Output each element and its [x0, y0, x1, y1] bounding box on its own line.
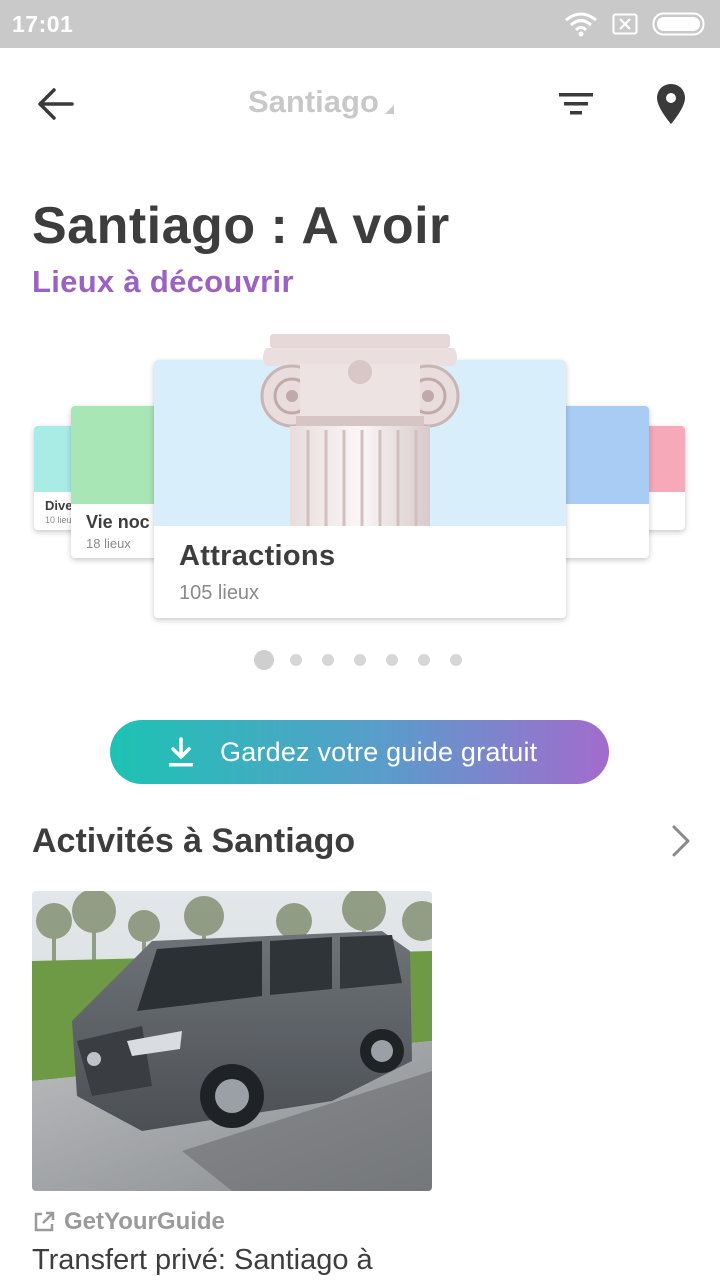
sim-icon — [612, 13, 638, 35]
battery-icon — [652, 12, 705, 36]
download-guide-label: Gardez votre guide gratuit — [220, 737, 538, 767]
download-icon — [169, 737, 193, 767]
page-dot[interactable] — [386, 654, 398, 666]
page-dot[interactable] — [322, 654, 334, 666]
toolbar: Santiago — [0, 48, 720, 160]
activity-title[interactable]: Transfert privé: Santiago à — [32, 1244, 373, 1277]
city-title: Santiago — [248, 84, 379, 119]
page-dot[interactable] — [290, 654, 302, 666]
category-card-active[interactable]: Attractions 105 lieux — [154, 334, 566, 618]
category-title: Vie noc — [86, 512, 150, 532]
category-title: Attractions — [179, 540, 336, 572]
page-dot[interactable] — [418, 654, 430, 666]
activity-provider: GetYourGuide — [32, 1208, 225, 1236]
chevron-right-icon[interactable] — [666, 822, 696, 860]
filter-icon[interactable] — [556, 88, 596, 120]
page-title: Santiago : A voir — [32, 197, 450, 255]
provider-name: GetYourGuide — [64, 1208, 225, 1235]
status-bar: 17:01 — [0, 0, 720, 48]
dropdown-caret-icon — [384, 104, 394, 114]
van-photo — [32, 891, 432, 1191]
wifi-icon — [565, 12, 597, 37]
status-time: 17:01 — [12, 11, 74, 37]
external-link-icon — [34, 1211, 55, 1232]
city-selector[interactable]: Santiago — [248, 84, 394, 120]
category-title: Dive — [45, 498, 73, 513]
activity-image — [32, 891, 432, 1191]
carousel-pagination — [254, 650, 462, 670]
activities-section-title: Activités à Santiago — [32, 822, 356, 860]
page-subtitle: Lieux à découvrir — [32, 264, 294, 299]
page-dot-active[interactable] — [254, 650, 274, 670]
arrow-left-icon[interactable] — [30, 84, 82, 124]
category-count: 18 lieux — [86, 536, 131, 551]
category-count: 105 lieux — [179, 582, 260, 604]
page-dot[interactable] — [354, 654, 366, 666]
page-dot[interactable] — [450, 654, 462, 666]
map-pin-icon[interactable] — [652, 82, 690, 126]
status-icons — [564, 10, 708, 38]
category-count: 10 lieu — [45, 515, 72, 525]
column-illustration — [260, 334, 460, 526]
download-guide-button[interactable]: Gardez votre guide gratuit — [110, 720, 609, 784]
category-carousel[interactable]: Dive 10 lieu Vie noc 18 lieux Attraction… — [0, 330, 720, 630]
